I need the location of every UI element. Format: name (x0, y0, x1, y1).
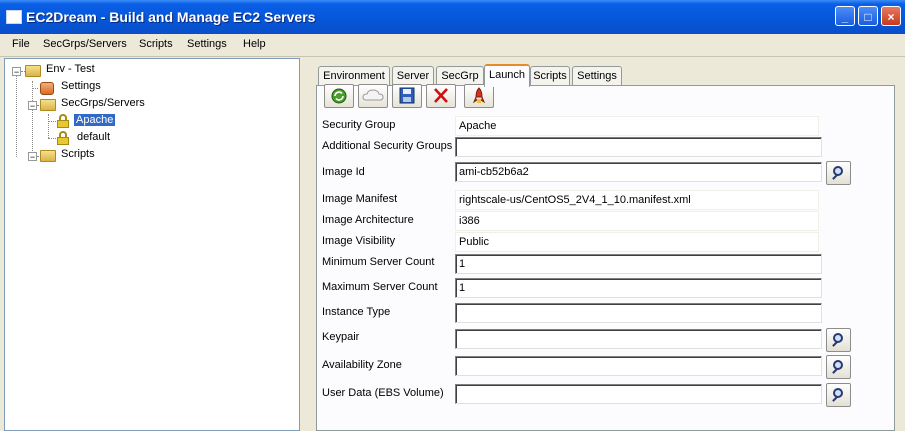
menu-secgrps-servers[interactable]: SecGrps/Servers (43, 38, 127, 50)
cloud-button[interactable] (358, 84, 388, 108)
keypair-input[interactable] (455, 329, 822, 349)
collapse-toggle[interactable]: − (28, 101, 37, 111)
lock-icon (56, 114, 70, 128)
availability-zone-label: Availability Zone (322, 359, 402, 371)
image-visibility-value: Public (455, 232, 819, 252)
minimum-server-count-label: Minimum Server Count (322, 256, 435, 268)
close-button[interactable]: × (881, 6, 901, 26)
keypair-label: Keypair (322, 331, 360, 343)
minimum-server-count-input[interactable]: 1 (455, 254, 822, 274)
tree-item-secgrps-servers[interactable]: SecGrps/Servers (59, 97, 147, 109)
folder-icon (40, 150, 56, 162)
user-data-label: User Data (EBS Volume) (322, 387, 444, 399)
image-visibility-label: Image Visibility (322, 235, 396, 247)
image-id-input[interactable]: ami-cb52b6a2 (455, 162, 822, 182)
availability-zone-lookup-button[interactable] (826, 355, 851, 379)
app-icon (6, 10, 22, 24)
image-id-label: Image Id (322, 166, 365, 178)
lock-icon (56, 131, 70, 145)
tree-item-default[interactable]: default (75, 131, 112, 143)
security-group-label: Security Group (322, 119, 396, 131)
folder-icon (40, 99, 56, 111)
tab-server[interactable]: Server (392, 66, 434, 85)
image-manifest-value: rightscale-us/CentOS5_2V4_1_10.manifest.… (455, 190, 819, 210)
refresh-icon (331, 88, 347, 104)
launch-button[interactable] (464, 84, 494, 108)
collapse-toggle[interactable]: − (28, 152, 37, 162)
settings-icon (40, 82, 54, 95)
tree-item-env-test[interactable]: Env - Test (44, 63, 97, 75)
additional-security-groups-label: Additional Security Groups (322, 140, 453, 152)
save-button[interactable] (392, 84, 422, 108)
menu-file[interactable]: File (12, 38, 30, 50)
user-data-lookup-button[interactable] (826, 383, 851, 407)
instance-type-label: Instance Type (322, 306, 391, 318)
maximum-server-count-label: Maximum Server Count (322, 281, 438, 293)
instance-type-input[interactable] (455, 303, 822, 323)
delete-icon (434, 88, 448, 103)
save-icon (399, 87, 415, 104)
security-group-value: Apache (455, 116, 819, 136)
window-title: EC2Dream - Build and Manage EC2 Servers (26, 9, 316, 25)
image-architecture-label: Image Architecture (322, 214, 414, 226)
maximum-server-count-input[interactable]: 1 (455, 278, 822, 298)
tab-environment[interactable]: Environment (318, 66, 390, 85)
tree-item-settings[interactable]: Settings (59, 80, 103, 92)
availability-zone-input[interactable] (455, 356, 822, 376)
collapse-toggle[interactable]: − (12, 67, 21, 77)
navigation-tree[interactable]: − Env - Test Settings − SecGrps/Servers … (4, 58, 300, 431)
keypair-lookup-button[interactable] (826, 328, 851, 352)
image-architecture-value: i386 (455, 211, 819, 231)
cloud-icon (362, 89, 384, 101)
user-data-input[interactable] (455, 384, 822, 404)
tree-item-scripts[interactable]: Scripts (59, 148, 97, 160)
menu-help[interactable]: Help (243, 38, 266, 50)
tree-item-apache[interactable]: Apache (74, 114, 116, 126)
folder-icon (25, 65, 41, 77)
additional-security-groups-input[interactable] (455, 137, 822, 157)
tab-launch[interactable]: Launch (484, 64, 530, 87)
menu-bar: File SecGrps/Servers Scripts Settings He… (0, 34, 905, 57)
title-bar[interactable]: EC2Dream - Build and Manage EC2 Servers … (0, 0, 905, 34)
menu-scripts[interactable]: Scripts (139, 38, 173, 50)
launch-icon (472, 87, 486, 104)
tab-settings[interactable]: Settings (572, 66, 622, 85)
menu-settings[interactable]: Settings (187, 38, 227, 50)
image-id-lookup-button[interactable] (826, 161, 851, 185)
image-manifest-label: Image Manifest (322, 193, 398, 205)
minimize-button[interactable]: _ (835, 6, 855, 26)
tab-scripts[interactable]: Scripts (530, 66, 570, 85)
refresh-button[interactable] (324, 84, 354, 108)
maximize-button[interactable]: □ (858, 6, 878, 26)
delete-button[interactable] (426, 84, 456, 108)
tab-secgrp[interactable]: SecGrp (436, 66, 484, 85)
